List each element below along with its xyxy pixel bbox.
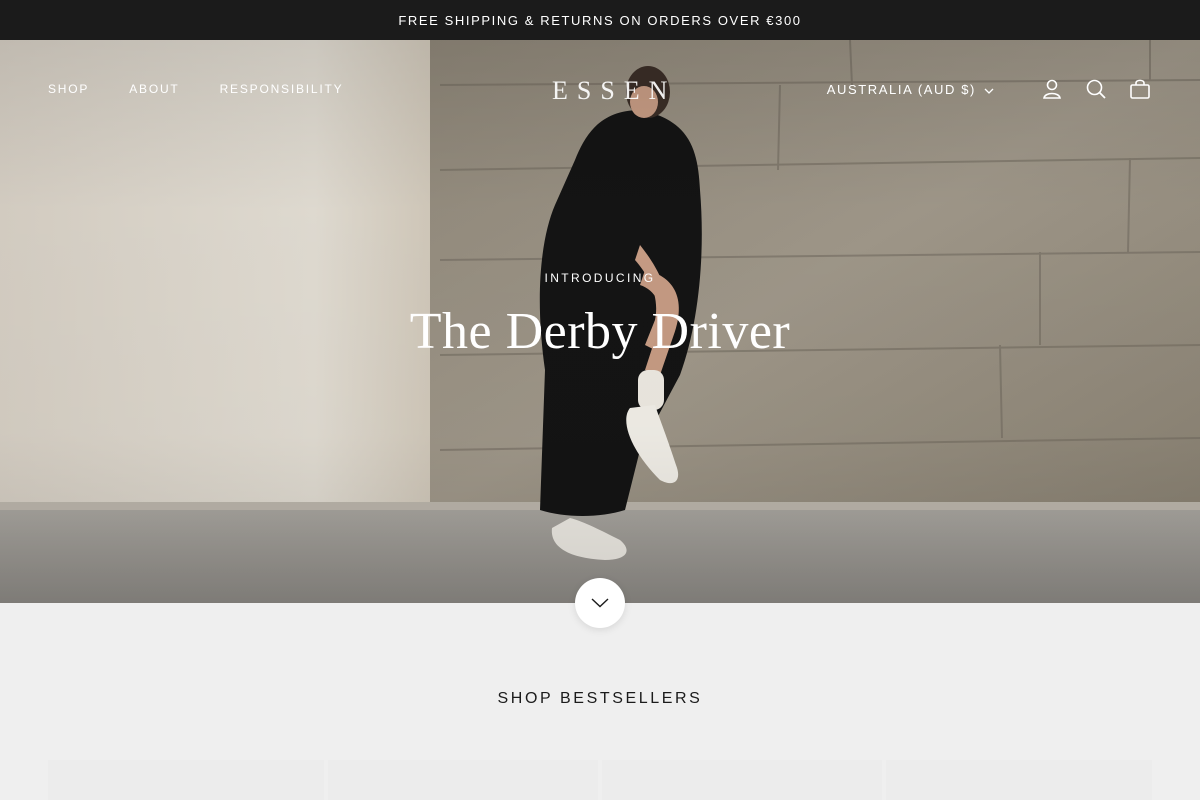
nav-shop[interactable]: SHOP (48, 82, 89, 96)
product-card[interactable] (886, 760, 1152, 800)
brand-logo[interactable]: ESSEN (552, 80, 672, 116)
announcement-bar: FREE SHIPPING & RETURNS ON ORDERS OVER €… (0, 0, 1200, 40)
header-actions: AUSTRALIA (AUD $) (827, 74, 1152, 104)
locale-label: AUSTRALIA (AUD $) (826, 81, 976, 97)
bestsellers-heading: SHOP BESTSELLERS (497, 690, 703, 707)
nav-responsibility[interactable]: RESPONSIBILITY (220, 82, 344, 96)
account-icon[interactable] (1040, 77, 1064, 101)
chevron-down-icon (591, 596, 609, 611)
hero-eyebrow: INTRODUCING (544, 271, 656, 285)
hero-banner[interactable]: SHOP ABOUT RESPONSIBILITY ESSEN AUSTRALI… (0, 40, 1200, 603)
product-card[interactable] (48, 760, 324, 800)
locale-selector[interactable]: AUSTRALIA (AUD $) (827, 82, 994, 97)
primary-nav: SHOP ABOUT RESPONSIBILITY (48, 80, 343, 98)
product-card[interactable] (602, 760, 882, 800)
cart-icon[interactable] (1128, 77, 1152, 101)
nav-about[interactable]: ABOUT (129, 82, 179, 96)
scroll-down-button[interactable] (575, 578, 625, 628)
product-card[interactable] (328, 760, 598, 800)
announcement-text: FREE SHIPPING & RETURNS ON ORDERS OVER €… (398, 12, 802, 28)
hero-title[interactable]: The Derby Driver (0, 302, 1200, 361)
search-icon[interactable] (1084, 77, 1108, 101)
chevron-down-icon (984, 82, 994, 97)
